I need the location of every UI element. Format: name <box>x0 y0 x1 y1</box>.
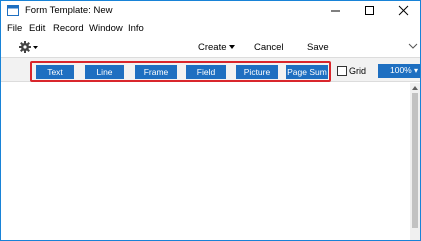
menu-file[interactable]: File <box>7 23 22 34</box>
zoom-value: 100% <box>390 65 412 75</box>
picture-tool-button[interactable]: Picture <box>236 65 278 79</box>
window-title: Form Template: New <box>25 5 113 16</box>
menu-info[interactable]: Info <box>128 23 144 34</box>
menu-edit[interactable]: Edit <box>29 23 45 34</box>
chevron-down-icon <box>228 45 235 49</box>
field-tool-button[interactable]: Field <box>186 65 226 79</box>
gear-menu-button[interactable] <box>18 40 40 54</box>
vertical-scrollbar[interactable] <box>410 83 420 240</box>
window-icon <box>7 5 19 16</box>
frame-tool-button[interactable]: Frame <box>135 65 177 79</box>
menu-window[interactable]: Window <box>89 23 123 34</box>
scroll-up-icon[interactable] <box>412 86 418 90</box>
gear-icon <box>19 41 38 53</box>
minimize-icon <box>331 10 340 12</box>
maximize-button[interactable] <box>353 1 386 20</box>
zoom-dropdown[interactable]: 100% ▾ <box>378 64 420 78</box>
menu-record[interactable]: Record <box>53 23 84 34</box>
title-bar[interactable]: Form Template: New <box>1 1 420 20</box>
grid-label: Grid <box>349 66 367 76</box>
command-bar: Create Cancel Save <box>1 37 420 57</box>
form-canvas[interactable] <box>1 83 420 240</box>
menu-bar: File Edit Record Window Info <box>1 21 420 37</box>
maximize-icon <box>365 6 374 15</box>
create-label: Create <box>198 42 227 53</box>
line-tool-button[interactable]: Line <box>85 65 124 79</box>
grid-checkbox[interactable] <box>337 66 347 76</box>
save-button[interactable]: Save <box>307 42 329 53</box>
chevron-down-icon: ▾ <box>414 66 419 75</box>
scroll-thumb[interactable] <box>412 93 418 228</box>
toolbar: Text Line Frame Field Picture Page Sum G… <box>1 57 420 82</box>
page-sum-tool-button[interactable]: Page Sum <box>286 65 328 79</box>
form-template-window: Form Template: New File Edit Record Wind… <box>0 0 421 241</box>
chevron-down-icon[interactable] <box>408 43 418 49</box>
create-button[interactable]: Create <box>198 42 235 53</box>
minimize-button[interactable] <box>319 1 352 20</box>
text-tool-button[interactable]: Text <box>36 65 74 79</box>
close-icon <box>398 5 409 16</box>
close-button[interactable] <box>387 1 420 20</box>
cancel-button[interactable]: Cancel <box>254 42 284 53</box>
